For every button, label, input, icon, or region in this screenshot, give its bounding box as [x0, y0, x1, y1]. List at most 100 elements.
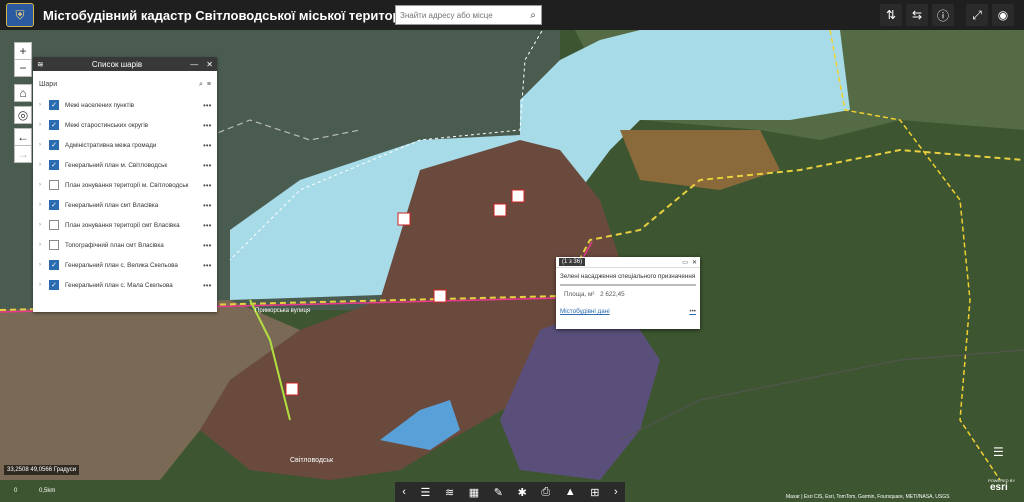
layer-checkbox[interactable]: ✓ — [49, 140, 59, 150]
fullscreen-icon[interactable]: ⤢ — [966, 4, 988, 26]
eye-icon[interactable]: ◉ — [992, 4, 1014, 26]
more-options-icon[interactable]: ••• — [203, 201, 217, 210]
zoom-out-button[interactable]: − — [14, 59, 32, 77]
prev-icon[interactable]: ‹ — [402, 486, 406, 498]
layers-icon[interactable]: ≋ — [445, 486, 454, 499]
more-options-icon[interactable]: ••• — [203, 141, 217, 150]
poi-marker — [493, 203, 507, 217]
layer-item[interactable]: › ✓ Межі старостинських округів ••• — [33, 115, 217, 135]
close-icon[interactable]: ✕ — [692, 259, 697, 266]
layer-item[interactable]: › Топографічний план смт Власівка ••• — [33, 235, 217, 255]
more-options-icon[interactable]: ••• — [203, 281, 217, 290]
more-options-icon[interactable]: ••• — [203, 101, 217, 110]
expand-icon[interactable]: › — [39, 202, 47, 208]
home-icon[interactable]: ⌂ — [14, 84, 32, 102]
minimize-icon[interactable]: — — [186, 60, 202, 69]
more-options-icon[interactable]: ••• — [203, 121, 217, 130]
bottom-toolbar: ‹ ☰ ≋ ▦ ✎ ✱ ⎙ ▲ ⊞ › — [395, 482, 625, 502]
legend-icon[interactable]: ✱ — [518, 486, 527, 499]
layer-name: Генеральний план смт Власівка — [65, 201, 159, 209]
more-options-icon[interactable]: ••• — [203, 161, 217, 170]
more-options-icon[interactable]: ••• — [203, 241, 217, 250]
layer-checkbox[interactable] — [49, 240, 59, 250]
coat-of-arms-icon: ⛨ — [6, 3, 34, 27]
zoom-in-button[interactable]: + — [14, 42, 32, 60]
layer-item[interactable]: › ✓ Генеральний план с. Велика Скельова ••• — [33, 255, 217, 275]
popup-area-row: Площа, м² 2 622,45 — [556, 289, 700, 300]
search-box[interactable]: ⌕ — [395, 5, 542, 25]
esri-logo: esri — [990, 482, 1008, 493]
feature-popup: (1 з 36) ▭ ✕ Зелені насадження спеціальн… — [556, 257, 700, 329]
list-icon[interactable]: ☰ — [421, 486, 431, 499]
street-label: Приморська вулиця — [255, 308, 310, 314]
layer-item[interactable]: › ✓ Адміністративна межа громади ••• — [33, 135, 217, 155]
expand-icon[interactable]: › — [39, 122, 47, 128]
layer-name: План зонування території смт Власівка — [65, 221, 180, 229]
layer-checkbox[interactable]: ✓ — [49, 280, 59, 290]
layer-name: Топографічний план смт Власівка — [65, 241, 164, 249]
filter-icon[interactable]: ≡ — [207, 81, 211, 89]
layer-item[interactable]: › План зонування території м. Світловодсь… — [33, 175, 217, 195]
layer-checkbox[interactable]: ✓ — [49, 260, 59, 270]
layer-item[interactable]: › ✓ Генеральний план смт Власівка ••• — [33, 195, 217, 215]
expand-icon[interactable]: › — [39, 142, 47, 148]
more-options-icon[interactable]: ••• — [689, 308, 696, 315]
more-options-icon[interactable]: ••• — [203, 221, 217, 230]
area-label: Площа, м² — [564, 291, 595, 298]
measure-icon[interactable]: ✎ — [494, 486, 503, 499]
popup-counter: (1 з 36) — [559, 258, 586, 266]
popup-title: Зелені насадження спеціального призначен… — [560, 273, 696, 280]
layer-item[interactable]: › План зонування території смт Власівка ••… — [33, 215, 217, 235]
forward-icon[interactable]: → — [14, 145, 32, 163]
layers-icon: ≋ — [37, 59, 44, 69]
area-value: 2 622,45 — [600, 291, 625, 298]
poi-marker — [285, 382, 299, 396]
expand-icon[interactable]: › — [39, 162, 47, 168]
next-icon[interactable]: › — [614, 486, 618, 498]
layer-name: Межі старостинських округів — [65, 121, 149, 129]
layer-checkbox[interactable]: ✓ — [49, 120, 59, 130]
search-icon[interactable]: ⌕ — [526, 10, 540, 21]
layer-item[interactable]: › ✓ Генеральний план м. Світловодськ ••• — [33, 155, 217, 175]
dock-icon[interactable]: ▭ — [682, 259, 688, 266]
close-icon[interactable]: ✕ — [202, 60, 217, 69]
expand-icon[interactable]: › — [39, 242, 47, 248]
search-input[interactable] — [396, 10, 526, 20]
layer-list-panel: ≋ Список шарів — ✕ Шари ⌕ ≡ › ✓ Межі насел… — [33, 57, 217, 312]
print-icon[interactable]: ⎙ — [541, 486, 550, 499]
layer-checkbox[interactable] — [49, 220, 59, 230]
expand-icon[interactable]: › — [39, 222, 47, 228]
layers-swap-icon[interactable]: ⇅ — [880, 4, 902, 26]
expand-icon[interactable]: › — [39, 102, 47, 108]
more-options-icon[interactable]: ••• — [203, 261, 217, 270]
select-icon[interactable]: ⊞ — [590, 486, 599, 499]
more-options-icon[interactable]: ••• — [203, 181, 217, 190]
menu-icon[interactable]: ☰ — [993, 445, 1009, 461]
expand-icon[interactable]: › — [39, 182, 47, 188]
poi-marker — [511, 189, 525, 203]
expand-icon[interactable]: › — [39, 262, 47, 268]
back-icon[interactable]: ← — [14, 128, 32, 146]
layer-item[interactable]: › ✓ Генеральний план с. Мала Скельова ••• — [33, 275, 217, 295]
layer-checkbox[interactable]: ✓ — [49, 160, 59, 170]
city-label: Світловодськ — [290, 456, 334, 464]
layer-item[interactable]: › ✓ Межі населених пунктів ••• — [33, 95, 217, 115]
attribution: Maxar | Esri CIS, Esri, TomTom, Garmin, … — [786, 494, 950, 500]
expand-icon[interactable]: › — [39, 282, 47, 288]
layer-checkbox[interactable]: ✓ — [49, 100, 59, 110]
panel-header: ≋ Список шарів — ✕ — [33, 57, 217, 71]
share-icon[interactable]: ⇆ — [906, 4, 928, 26]
elevation-icon[interactable]: ▲ — [565, 486, 576, 498]
poi-marker — [433, 289, 447, 303]
search-icon[interactable]: ⌕ — [199, 81, 203, 89]
basemap-gallery-icon[interactable]: ▦ — [469, 486, 479, 499]
layer-name: Адміністративна межа громади — [65, 141, 157, 149]
layer-name: План зонування території м. Світловодськ — [65, 181, 189, 189]
layer-name: Генеральний план м. Світловодськ — [65, 161, 168, 169]
layer-checkbox[interactable] — [49, 180, 59, 190]
popup-link[interactable]: Містобудівні дані — [560, 308, 610, 315]
layer-name: Генеральний план с. Велика Скельова — [65, 261, 178, 269]
info-icon[interactable]: ⓘ — [932, 4, 954, 26]
locate-icon[interactable]: ◎ — [14, 106, 32, 124]
layer-checkbox[interactable]: ✓ — [49, 200, 59, 210]
